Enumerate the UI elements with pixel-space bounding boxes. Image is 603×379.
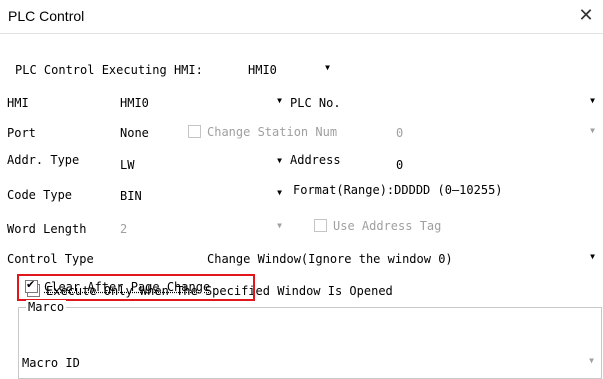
- word-length-label: Word Length: [7, 222, 87, 236]
- use-address-tag-checkbox[interactable]: Use Address Tag: [314, 219, 441, 233]
- plc-no-label: PLC No.: [290, 96, 341, 110]
- addr-type-label: Addr. Type: [7, 153, 80, 167]
- address-label: Address: [290, 153, 341, 167]
- control-type-label: Control Type: [7, 252, 94, 266]
- chevron-down-icon: ▼: [277, 156, 282, 165]
- code-type-value: BIN: [120, 189, 142, 203]
- addr-type-value: LW: [120, 158, 135, 172]
- close-icon[interactable]: ✕: [573, 4, 599, 28]
- clear-after-page-change-checkbox[interactable]: Clear After Page Change: [25, 278, 211, 294]
- plc-control-executing-hmi-label: PLC Control Executing HMI:: [15, 63, 203, 77]
- control-type-value: Change Window(Ignore the window 0): [207, 252, 453, 266]
- macro-id-select[interactable]: ▼: [178, 352, 598, 374]
- address-input[interactable]: 0: [392, 152, 599, 174]
- window-title: PLC Control: [8, 8, 85, 24]
- word-length-value: 2: [120, 222, 128, 236]
- change-station-num-value: 0: [396, 126, 404, 140]
- hmi-value: HMI0: [120, 96, 149, 110]
- change-station-num-checkbox[interactable]: Change Station Num: [188, 125, 337, 139]
- format-range-text: Format(Range):DDDDD (0—10255): [293, 183, 503, 197]
- chevron-down-icon: ▼: [325, 63, 330, 72]
- checkbox-box: [314, 219, 327, 232]
- chevron-down-icon: ▼: [277, 188, 282, 197]
- hmi-label: HMI: [7, 96, 29, 110]
- checkbox-box: [188, 125, 201, 138]
- plc-no-select[interactable]: ▼: [392, 92, 599, 114]
- chevron-down-icon: ▼: [590, 252, 595, 261]
- port-label: Port: [7, 126, 36, 140]
- check-icon: [25, 278, 38, 293]
- macro-id-label: Macro ID: [22, 356, 80, 370]
- plc-control-executing-hmi-select[interactable]: HMI0 ▼: [244, 59, 344, 81]
- title-bar: PLC Control ✕: [0, 0, 603, 34]
- address-value: 0: [396, 158, 404, 172]
- chevron-down-icon: ▼: [277, 221, 282, 230]
- chevron-down-icon: ▼: [590, 126, 595, 135]
- chevron-down-icon: ▼: [589, 356, 594, 365]
- port-value: None: [120, 126, 149, 140]
- control-type-select[interactable]: Change Window(Ignore the window 0) ▼: [200, 248, 599, 270]
- chevron-down-icon: ▼: [277, 96, 282, 105]
- chevron-down-icon: ▼: [590, 96, 595, 105]
- change-station-num-select[interactable]: 0 ▼: [392, 122, 599, 144]
- plc-control-executing-hmi-value: HMI0: [248, 63, 277, 77]
- addr-type-select[interactable]: LW ▼: [116, 152, 286, 174]
- code-type-select[interactable]: BIN ▼: [116, 184, 286, 206]
- word-length-select[interactable]: 2 ▼: [116, 217, 286, 239]
- change-station-num-label: Change Station Num: [207, 125, 338, 139]
- clear-after-page-change-label: Clear After Page Change: [44, 280, 211, 294]
- marco-group-title: Marco: [26, 300, 67, 314]
- use-address-tag-label: Use Address Tag: [333, 219, 442, 233]
- hmi-select[interactable]: HMI0 ▼: [116, 92, 286, 114]
- code-type-label: Code Type: [7, 188, 73, 202]
